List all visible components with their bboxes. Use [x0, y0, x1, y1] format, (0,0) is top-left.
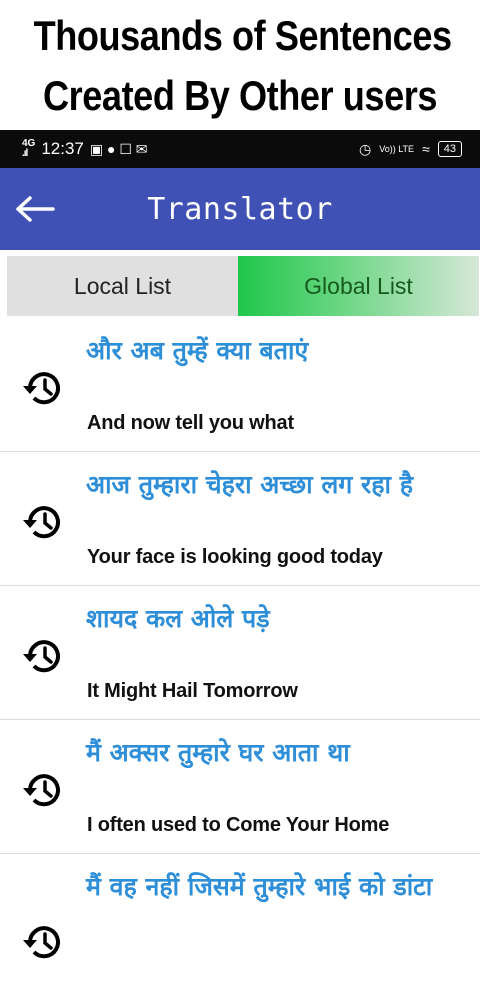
history-icon	[23, 926, 60, 959]
status-bar: 4G .ıl 12:37 ▣ ● ☐ ✉ ◷ Vo)) LTE ≈ 43	[0, 130, 480, 168]
back-button[interactable]	[14, 190, 56, 228]
lte-indicator: Vo)) LTE	[379, 143, 415, 154]
promo-line-2: Created By Other users	[42, 72, 438, 119]
status-time: 12:37	[41, 139, 84, 158]
list-tabs: Local List Global List	[7, 256, 479, 316]
app-bar: Translator	[0, 168, 480, 250]
alarm-icon: ◷	[358, 140, 372, 157]
network-indicator: 4G .ıl	[22, 138, 36, 159]
app-title: Translator	[147, 191, 333, 227]
history-icon	[23, 774, 60, 807]
history-icon	[23, 506, 60, 539]
list-item[interactable]: और अब तुम्हें क्या बताएं And now tell yo…	[0, 318, 480, 452]
sentence-list: और अब तुम्हें क्या बताएं And now tell yo…	[0, 318, 480, 988]
hindi-text: आज तुम्हारा चेहरा अच्छा लग रहा है	[86, 470, 413, 499]
english-text: Your face is looking good today	[87, 546, 383, 568]
list-item[interactable]: आज तुम्हारा चेहरा अच्छा लग रहा है Your f…	[0, 452, 480, 586]
arrow-left-icon	[16, 196, 55, 222]
english-text: And now tell you what	[87, 412, 294, 434]
list-item[interactable]: मैं वह नहीं जिसमें तुम्हारे भाई को डांटा	[0, 854, 480, 988]
hindi-text: और अब तुम्हें क्या बताएं	[86, 336, 309, 365]
tab-global-list[interactable]: Global List	[238, 256, 479, 316]
hindi-text: मैं वह नहीं जिसमें तुम्हारे भाई को डांटा	[86, 872, 433, 901]
list-item[interactable]: शायद कल ओले पड़े It Might Hail Tomorrow	[0, 586, 480, 720]
tab-local-list[interactable]: Local List	[7, 256, 238, 316]
history-icon	[23, 372, 60, 405]
english-text: I often used to Come Your Home	[87, 814, 390, 836]
promo-line-1: Thousands of Sentences	[33, 12, 452, 59]
english-text: It Might Hail Tomorrow	[87, 680, 298, 702]
wifi-icon: ≈	[422, 141, 430, 157]
history-icon	[23, 640, 60, 673]
list-item[interactable]: मैं अक्सर तुम्हारे घर आता था I often use…	[0, 720, 480, 854]
battery-indicator: 43	[437, 141, 462, 157]
hindi-text: शायद कल ओले पड़े	[86, 604, 270, 633]
promo-banner: Thousands of Sentences Created By Other …	[0, 0, 480, 130]
notification-icons: ▣ ● ☐ ✉	[89, 140, 148, 157]
hindi-text: मैं अक्सर तुम्हारे घर आता था	[86, 738, 350, 767]
